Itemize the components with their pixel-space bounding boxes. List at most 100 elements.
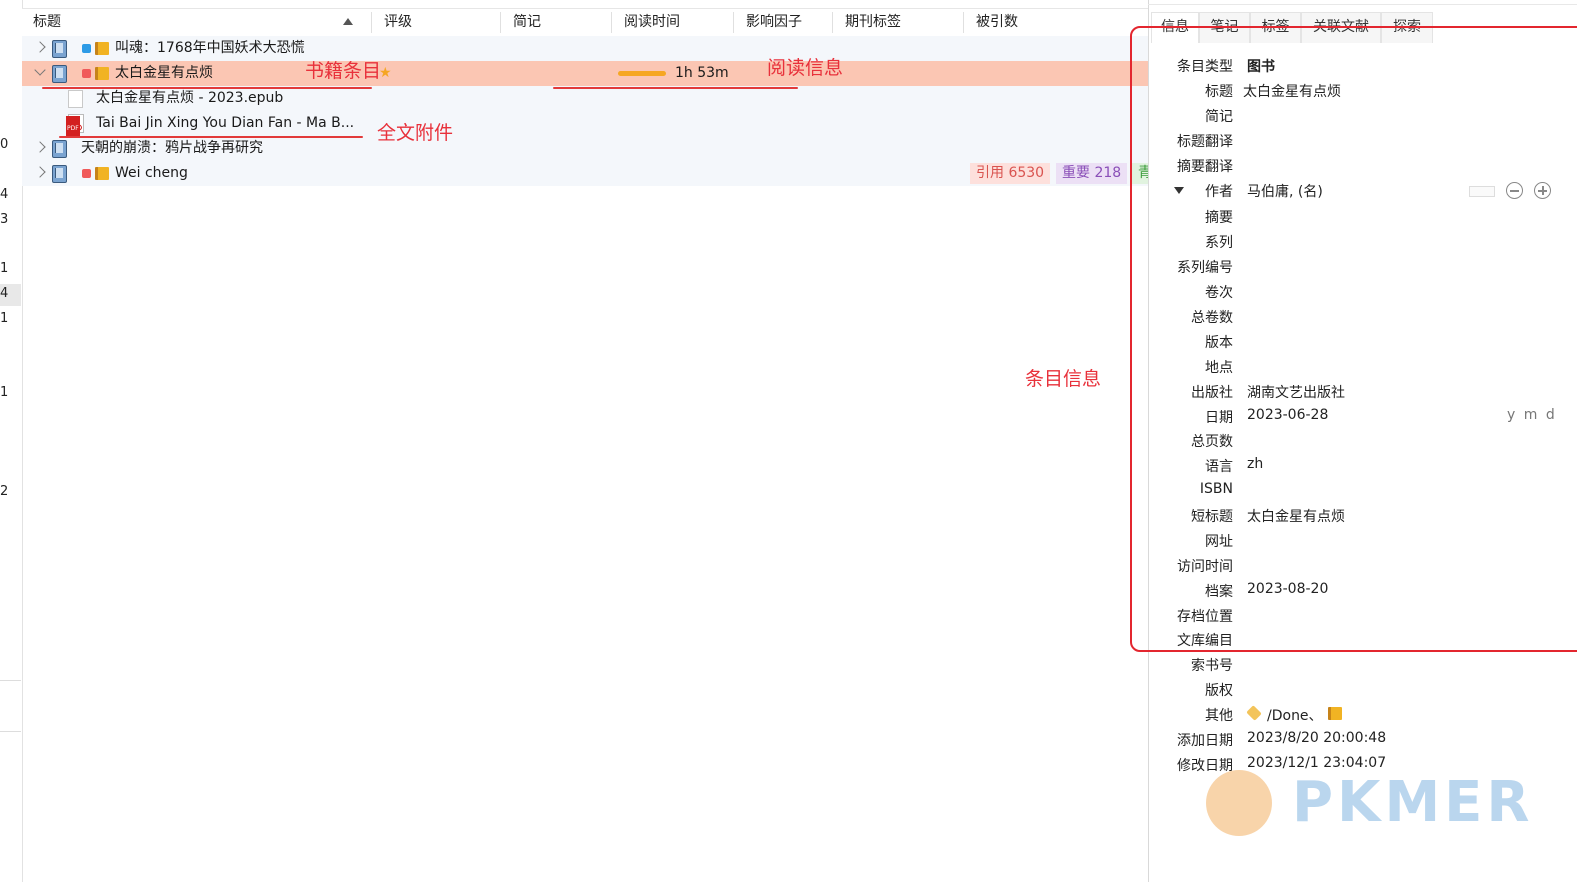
notebook-icon xyxy=(95,42,109,55)
item-type-value[interactable]: 图书 xyxy=(1247,56,1275,76)
field-label: 文库编目 xyxy=(1177,633,1233,649)
date-modified-value: 2023/12/1 23:04:07 xyxy=(1247,755,1387,771)
column-journal-tags[interactable]: 期刊标签 xyxy=(845,9,901,36)
remove-creator-icon[interactable] xyxy=(1506,182,1523,199)
name-mode-switch[interactable] xyxy=(1469,186,1495,197)
notebook-icon xyxy=(95,167,109,180)
collection-count: 4 xyxy=(0,286,9,301)
annotation-reading-info: 阅读信息 xyxy=(767,57,844,79)
short-title-field[interactable]: 太白金星有点烦 xyxy=(1247,506,1345,526)
tab-related[interactable]: 关联文献 xyxy=(1301,12,1381,43)
item-row-selected[interactable]: 太白金星有点烦 ★ 1h 53m xyxy=(22,61,1148,86)
expand-chevron-icon[interactable] xyxy=(34,141,46,153)
extra-field[interactable]: /Done、 xyxy=(1267,705,1323,725)
pdf-file-icon xyxy=(66,114,84,141)
collection-count: 3 xyxy=(0,212,9,227)
book-icon xyxy=(52,165,67,183)
author-field[interactable]: 马伯庸, (名) xyxy=(1247,181,1323,201)
date-added-value: 2023/8/20 20:00:48 xyxy=(1247,730,1387,746)
field-label: ISBN xyxy=(1199,481,1233,497)
field-label: 档案 xyxy=(1205,584,1233,600)
field-label: 卷次 xyxy=(1205,285,1233,301)
field-label: 总卷数 xyxy=(1191,310,1233,326)
collection-count: 2 xyxy=(0,484,9,499)
field-label: 出版社 xyxy=(1191,385,1233,401)
book-icon xyxy=(52,40,67,58)
field-label: 条目类型 xyxy=(1177,59,1233,75)
expand-chevron-icon[interactable] xyxy=(34,41,46,53)
collection-count: 1 xyxy=(0,261,9,276)
item-title: Wei cheng xyxy=(115,165,188,181)
item-row[interactable]: 天朝的崩溃：鸦片战争再研究 xyxy=(22,136,1148,161)
column-impact-factor[interactable]: 影响因子 xyxy=(746,9,802,36)
field-label: 作者 xyxy=(1205,184,1233,200)
field-label: 地点 xyxy=(1205,360,1233,376)
annotation-item-info: 条目信息 xyxy=(1025,368,1102,390)
tab-info[interactable]: 信息 xyxy=(1151,12,1199,43)
annotation-underline xyxy=(42,87,372,89)
field-label: 语言 xyxy=(1205,459,1233,475)
publisher-field[interactable]: 湖南文艺出版社 xyxy=(1247,382,1345,402)
reading-time: 1h 53m xyxy=(675,65,729,81)
field-label: 简记 xyxy=(1205,109,1233,125)
field-label: 日期 xyxy=(1205,410,1233,426)
tab-notes[interactable]: 笔记 xyxy=(1199,12,1250,43)
column-short-title[interactable]: 简记 xyxy=(513,9,541,36)
collection-count: 4 xyxy=(0,187,9,202)
add-creator-icon[interactable] xyxy=(1534,182,1551,199)
expand-chevron-icon[interactable] xyxy=(34,166,46,178)
collection-count: 1 xyxy=(0,311,9,326)
field-label: 系列 xyxy=(1205,235,1233,251)
column-rating[interactable]: 评级 xyxy=(384,9,412,36)
field-label: 系列编号 xyxy=(1177,260,1233,276)
field-label: 索书号 xyxy=(1191,658,1233,674)
column-citations[interactable]: 被引数 xyxy=(976,9,1018,36)
annotation-underline xyxy=(553,87,798,89)
attachment-title: 太白金星有点烦 - 2023.epub xyxy=(96,90,284,106)
field-label: 短标题 xyxy=(1191,509,1233,525)
archive-field[interactable]: 2023-08-20 xyxy=(1247,581,1328,597)
collection-count: 1 xyxy=(0,385,9,400)
field-label: 网址 xyxy=(1205,534,1233,550)
tab-explore[interactable]: 探索 xyxy=(1381,12,1433,43)
column-reading-time[interactable]: 阅读时间 xyxy=(624,9,680,36)
field-label: 访问时间 xyxy=(1177,559,1233,575)
color-tag-icon xyxy=(82,169,91,178)
epub-file-icon xyxy=(68,90,83,108)
attachment-row[interactable]: Tai Bai Jin Xing You Dian Fan - Ma B... xyxy=(22,111,1148,141)
notebook-icon xyxy=(1328,707,1342,720)
collapse-chevron-icon[interactable] xyxy=(34,64,46,76)
annotation-book-item: 书籍条目 xyxy=(305,60,382,82)
field-label: 总页数 xyxy=(1191,434,1233,450)
item-info-pane: 信息 笔记 标签 关联文献 探索 条目类型 图书 标题 太白金星有点烦 简记 标… xyxy=(1148,0,1577,882)
tab-tags[interactable]: 标签 xyxy=(1250,12,1301,43)
item-row[interactable]: Wei cheng 引用 6530 重要 218 青 xyxy=(22,161,1148,186)
title-field[interactable]: 太白金星有点烦 xyxy=(1243,81,1341,101)
field-label: 版权 xyxy=(1205,683,1233,699)
field-label: 修改日期 xyxy=(1177,758,1233,774)
tag-icon xyxy=(1246,705,1262,721)
reading-progress-bar xyxy=(618,71,666,76)
column-title[interactable]: 标题 xyxy=(33,9,61,36)
language-field[interactable]: zh xyxy=(1247,456,1263,472)
field-label: 标题翻译 xyxy=(1177,134,1233,150)
field-label: 版本 xyxy=(1205,335,1233,351)
date-field[interactable]: 2023-06-28 xyxy=(1247,407,1328,423)
item-title: 叫魂：1768年中国妖术大恐慌 xyxy=(115,40,305,56)
field-label: 存档位置 xyxy=(1177,609,1233,625)
pkmer-logo-icon xyxy=(1206,770,1272,836)
field-label: 其他 xyxy=(1205,708,1233,724)
attachment-row[interactable]: 太白金星有点烦 - 2023.epub xyxy=(22,86,1148,111)
field-label: 标题 xyxy=(1205,84,1233,100)
importance-tag: 重要 218 xyxy=(1056,163,1128,184)
book-icon xyxy=(52,140,67,158)
item-title: 太白金星有点烦 xyxy=(115,65,213,81)
item-title: 天朝的崩溃：鸦片战争再研究 xyxy=(81,140,263,156)
annotation-fulltext-attachment: 全文附件 xyxy=(377,122,454,144)
item-row[interactable]: 叫魂：1768年中国妖术大恐慌 xyxy=(22,36,1148,61)
color-tag-icon xyxy=(82,44,91,53)
attachment-title: Tai Bai Jin Xing You Dian Fan - Ma B... xyxy=(96,115,355,131)
sort-ascending-icon xyxy=(343,18,353,25)
collection-count: 0 xyxy=(0,137,9,152)
field-label: 摘要翻译 xyxy=(1177,159,1233,175)
